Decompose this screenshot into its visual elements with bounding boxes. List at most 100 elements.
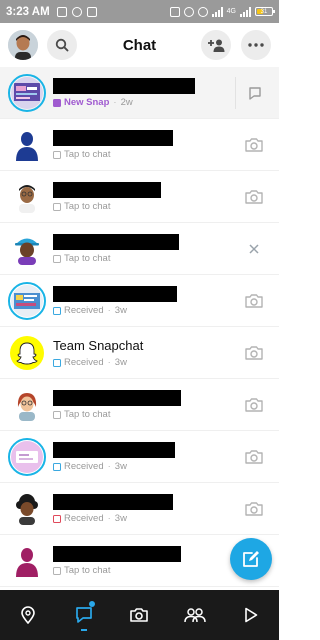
chat-time: 3w xyxy=(114,305,127,316)
story-thumbnail-icon xyxy=(11,284,43,317)
notification-icon xyxy=(86,6,97,17)
chat-status: Tap to chat xyxy=(64,409,111,420)
network-type: 4G xyxy=(226,8,236,15)
story-ring[interactable] xyxy=(8,437,46,476)
nav-discover[interactable] xyxy=(231,595,271,635)
new-chat-icon xyxy=(243,551,259,567)
camera-icon xyxy=(245,345,263,360)
received-snap-icon xyxy=(53,514,61,523)
chat-status: Tap to chat xyxy=(64,253,111,264)
bitmoji-avatar-icon xyxy=(16,493,38,525)
silhouette-avatar-icon xyxy=(16,131,38,161)
chat-status: Received xyxy=(64,513,104,524)
chat-bubble-icon xyxy=(53,202,61,211)
bitmoji-avatar-icon xyxy=(19,184,35,213)
search-button[interactable] xyxy=(47,30,77,60)
nav-map[interactable] xyxy=(8,595,48,635)
chat-row[interactable]: New Snap · 2w xyxy=(0,67,279,119)
chat-status: Tap to chat xyxy=(64,149,111,160)
chat-row[interactable]: Tap to chat xyxy=(0,379,279,431)
chat-avatar[interactable] xyxy=(8,178,46,216)
chat-status: New Snap xyxy=(64,97,110,108)
chat-notification-dot xyxy=(88,601,95,607)
chat-avatar[interactable] xyxy=(8,386,46,424)
chat-time: 3w xyxy=(114,461,127,472)
camera-reply-button[interactable] xyxy=(235,379,273,430)
active-indicator xyxy=(80,629,87,632)
status-system-icons: 4G 31 xyxy=(169,6,275,17)
received-chat-icon xyxy=(53,306,61,315)
friends-icon xyxy=(184,608,207,623)
play-icon xyxy=(245,607,258,623)
chat-row[interactable]: Team Snapchat Received · 3w xyxy=(0,327,279,379)
add-friend-button[interactable] xyxy=(201,30,231,60)
dismiss-button[interactable] xyxy=(235,223,273,274)
chat-avatar[interactable] xyxy=(8,126,46,164)
chat-avatar[interactable] xyxy=(8,490,46,528)
chat-status: Tap to chat xyxy=(64,565,111,576)
camera-reply-button[interactable] xyxy=(235,483,273,534)
redacted-name xyxy=(53,545,181,562)
bitmoji-avatar-icon xyxy=(17,392,37,421)
vibrate-icon xyxy=(197,6,208,17)
received-chat-icon xyxy=(53,462,61,471)
signal-icon xyxy=(240,6,251,17)
chat-bubble-icon xyxy=(53,410,61,419)
camera-icon xyxy=(245,189,263,204)
nav-chat[interactable] xyxy=(64,595,104,635)
new-chat-button[interactable] xyxy=(230,538,272,580)
camera-icon xyxy=(130,608,149,622)
chat-list: New Snap · 2w Tap to chat Tap to chat Ta… xyxy=(0,67,279,587)
chat-row[interactable]: Tap to chat xyxy=(0,223,279,275)
chat-status: Received xyxy=(64,357,104,368)
reply-icon xyxy=(248,86,261,100)
camera-reply-button[interactable] xyxy=(235,275,273,326)
chat-row[interactable]: Received · 3w xyxy=(0,275,279,327)
camera-icon xyxy=(245,397,263,412)
chat-avatar[interactable] xyxy=(8,334,46,372)
redacted-name xyxy=(53,233,179,250)
nav-friends[interactable] xyxy=(175,595,215,635)
add-friend-icon xyxy=(208,39,225,52)
status-time: 3:23 AM xyxy=(6,5,50,18)
story-ring[interactable] xyxy=(8,73,46,112)
chat-row[interactable]: Received · 3w xyxy=(0,431,279,483)
chat-avatar[interactable] xyxy=(8,230,46,268)
camera-reply-button[interactable] xyxy=(235,327,273,378)
camera-reply-button[interactable] xyxy=(235,431,273,482)
profile-avatar-button[interactable] xyxy=(8,30,38,60)
alarm-icon xyxy=(169,6,180,17)
battery-icon: 31 xyxy=(255,7,275,16)
redacted-name xyxy=(53,389,181,406)
story-ring[interactable] xyxy=(8,281,46,320)
search-icon xyxy=(55,38,69,52)
chat-status: Received xyxy=(64,461,104,472)
redacted-name xyxy=(53,181,161,198)
signal-icon xyxy=(211,6,223,17)
sync-icon xyxy=(183,6,194,17)
chat-avatar xyxy=(11,76,43,109)
redacted-name xyxy=(53,285,177,302)
chat-time: 2w xyxy=(120,97,133,108)
profile-bitmoji-icon xyxy=(8,30,38,60)
chat-bubble-icon xyxy=(53,150,61,159)
nav-camera[interactable] xyxy=(119,595,159,635)
more-horizontal-icon xyxy=(248,43,264,47)
reply-button[interactable] xyxy=(235,76,273,109)
camera-icon xyxy=(245,501,263,516)
camera-icon xyxy=(245,449,263,464)
status-bar: 3:23 AM 4G 31 xyxy=(0,0,279,23)
chat-row[interactable]: Received · 3w xyxy=(0,483,279,535)
chat-row[interactable]: Tap to chat xyxy=(0,171,279,223)
chat-row[interactable]: Tap to chat xyxy=(0,119,279,171)
snapchat-ghost-icon xyxy=(10,335,44,370)
received-chat-icon xyxy=(53,358,61,367)
camera-reply-button[interactable] xyxy=(235,171,273,222)
more-options-button[interactable] xyxy=(241,30,271,60)
camera-reply-button[interactable] xyxy=(235,119,273,170)
camera-icon xyxy=(245,137,263,152)
chat-name: Team Snapchat xyxy=(53,338,144,353)
redacted-name xyxy=(53,493,173,510)
chat-avatar[interactable] xyxy=(8,542,46,580)
chat-time: 3w xyxy=(114,513,127,524)
